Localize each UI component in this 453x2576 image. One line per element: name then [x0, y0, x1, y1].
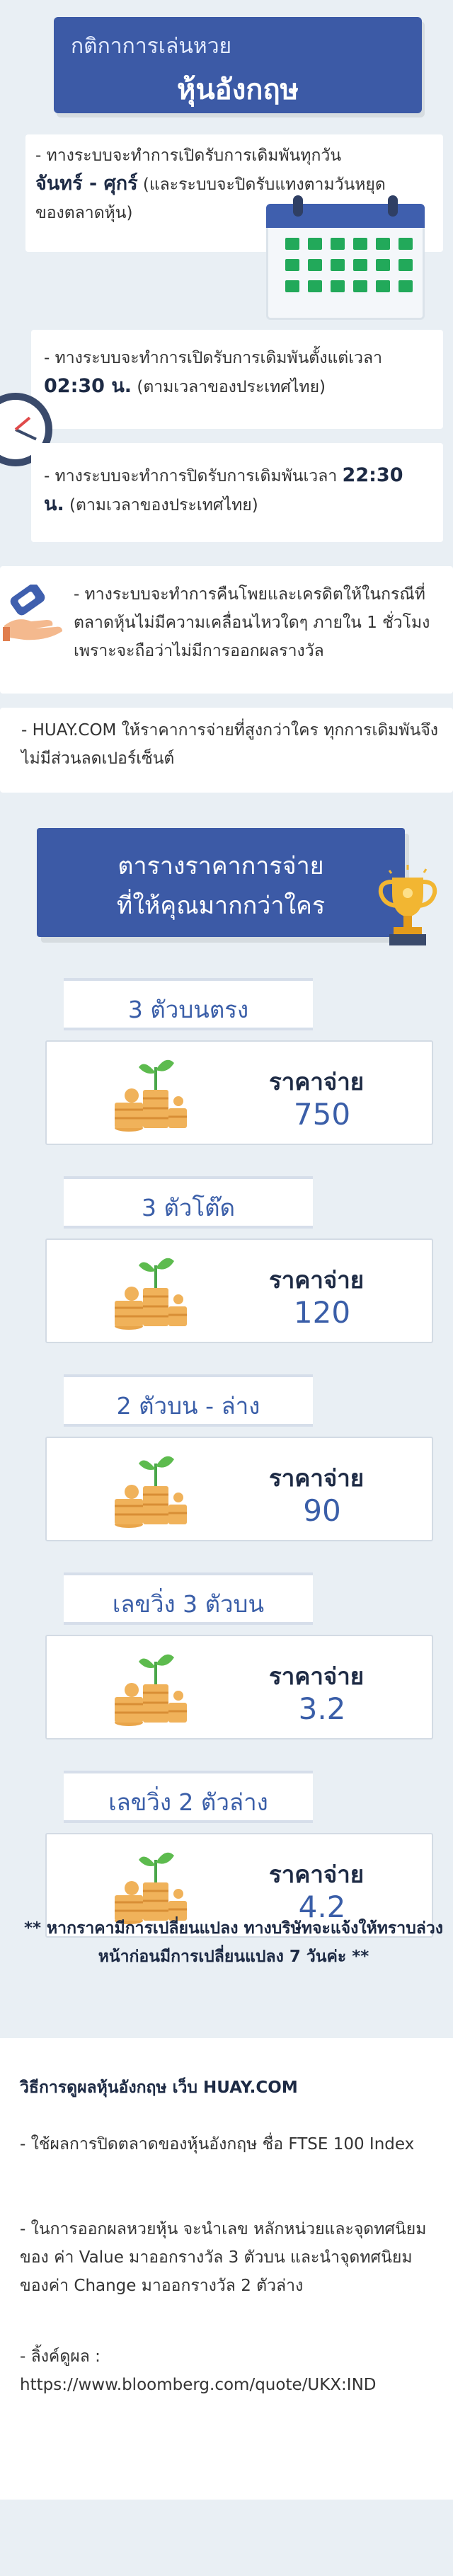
- payout-type: 3 ตัวโต๊ด: [141, 1194, 236, 1221]
- payout-notice: ** หากราคามีการเปลี่ยนแปลง ทางบริษัทจะแจ…: [23, 1919, 444, 1966]
- payout-value: 120: [293, 1295, 351, 1330]
- refund-hand-icon: [3, 585, 62, 641]
- payout-card: ราคาจ่าย 90: [45, 1437, 433, 1541]
- payout-value: 750: [293, 1097, 351, 1132]
- howto-paragraph-3: - ลิ้งค์ดูผล : https://www.bloomberg.com…: [20, 2347, 377, 2394]
- payout-card: ราคาจ่าย 3.2: [45, 1635, 433, 1740]
- money-plant-icon: [110, 1253, 188, 1332]
- money-plant-icon: [110, 1451, 188, 1530]
- payout-label: ราคาจ่าย: [269, 1861, 365, 1888]
- money-plant-icon: [110, 1649, 188, 1728]
- money-plant-icon: [110, 1054, 188, 1134]
- rule-text-4: - ทางระบบจะทำการคืนโพยและเครดิตให้ในกรณี…: [74, 585, 430, 660]
- payout-value: 3.2: [298, 1691, 346, 1726]
- payout-ribbon: 3 ตัวโต๊ด: [64, 1176, 313, 1229]
- payout-type: 3 ตัวบนตรง: [127, 996, 249, 1023]
- rule-text-3: - ทางระบบจะทำการปิดรับการเดิมพันเวลา 22:…: [44, 464, 403, 515]
- rule-days: จันทร์ - ศุกร์: [35, 173, 138, 195]
- payout-label: ราคาจ่าย: [269, 1068, 365, 1096]
- howto-paragraph-1: - ใช้ผลการปิดตลาดของหุ้นอังกฤษ ชื่อ FTSE…: [20, 2135, 415, 2154]
- howto-title: วิธีการดูผลหุ้นอังกฤษ เว็บ HUAY.COM: [20, 2078, 298, 2097]
- payout-ribbon: เลขวิ่ง 2 ตัวล่าง: [64, 1771, 313, 1823]
- howto-paragraph-2: - ในการออกผลหวยหุ้น จะนำเลข หลักหน่วยและ…: [20, 2220, 427, 2295]
- page-subtitle: กติกาการเล่นหวย: [71, 34, 232, 59]
- calendar-icon: [266, 195, 425, 320]
- title-banner: กติกาการเล่นหวย หุ้นอังกฤษ: [54, 17, 422, 113]
- payout-header-line1: ตารางราคาการจ่าย: [117, 852, 324, 880]
- payout-header-line2: ที่ให้คุณมากกว่าใคร: [116, 892, 326, 920]
- trophy-icon: [378, 865, 437, 945]
- payout-type: เลขวิ่ง 2 ตัวล่าง: [108, 1788, 268, 1816]
- page-title: หุ้นอังกฤษ: [176, 74, 299, 106]
- payout-type: 2 ตัวบน - ล่าง: [116, 1392, 260, 1420]
- payout-ribbon: 2 ตัวบน - ล่าง: [64, 1374, 313, 1427]
- rule-text-5: - HUAY.COM ให้ราคาการจ่ายที่สูงกว่าใคร ท…: [21, 721, 439, 768]
- rule-text-2: - ทางระบบจะทำการเปิดรับการเดิมพันตั้งแต่…: [44, 349, 383, 397]
- payout-label: ราคาจ่าย: [269, 1662, 365, 1690]
- howto-section: วิธีการดูผลหุ้นอังกฤษ เว็บ HUAY.COM - ใช…: [0, 2038, 453, 2500]
- payout-card: ราคาจ่าย 120: [45, 1238, 433, 1343]
- payout-value: 90: [303, 1493, 341, 1528]
- payout-header: ตารางราคาการจ่าย ที่ให้คุณมากกว่าใคร: [37, 828, 405, 937]
- payout-type: เลขวิ่ง 3 ตัวบน: [112, 1590, 265, 1618]
- rule-open-time: 02:30 น.: [44, 375, 132, 397]
- payout-label: ราคาจ่าย: [269, 1266, 365, 1294]
- payout-ribbon: เลขวิ่ง 3 ตัวบน: [64, 1572, 313, 1625]
- payout-card: ราคาจ่าย 750: [45, 1040, 433, 1145]
- payout-ribbon: 3 ตัวบนตรง: [64, 978, 313, 1030]
- payout-label: ราคาจ่าย: [269, 1464, 365, 1492]
